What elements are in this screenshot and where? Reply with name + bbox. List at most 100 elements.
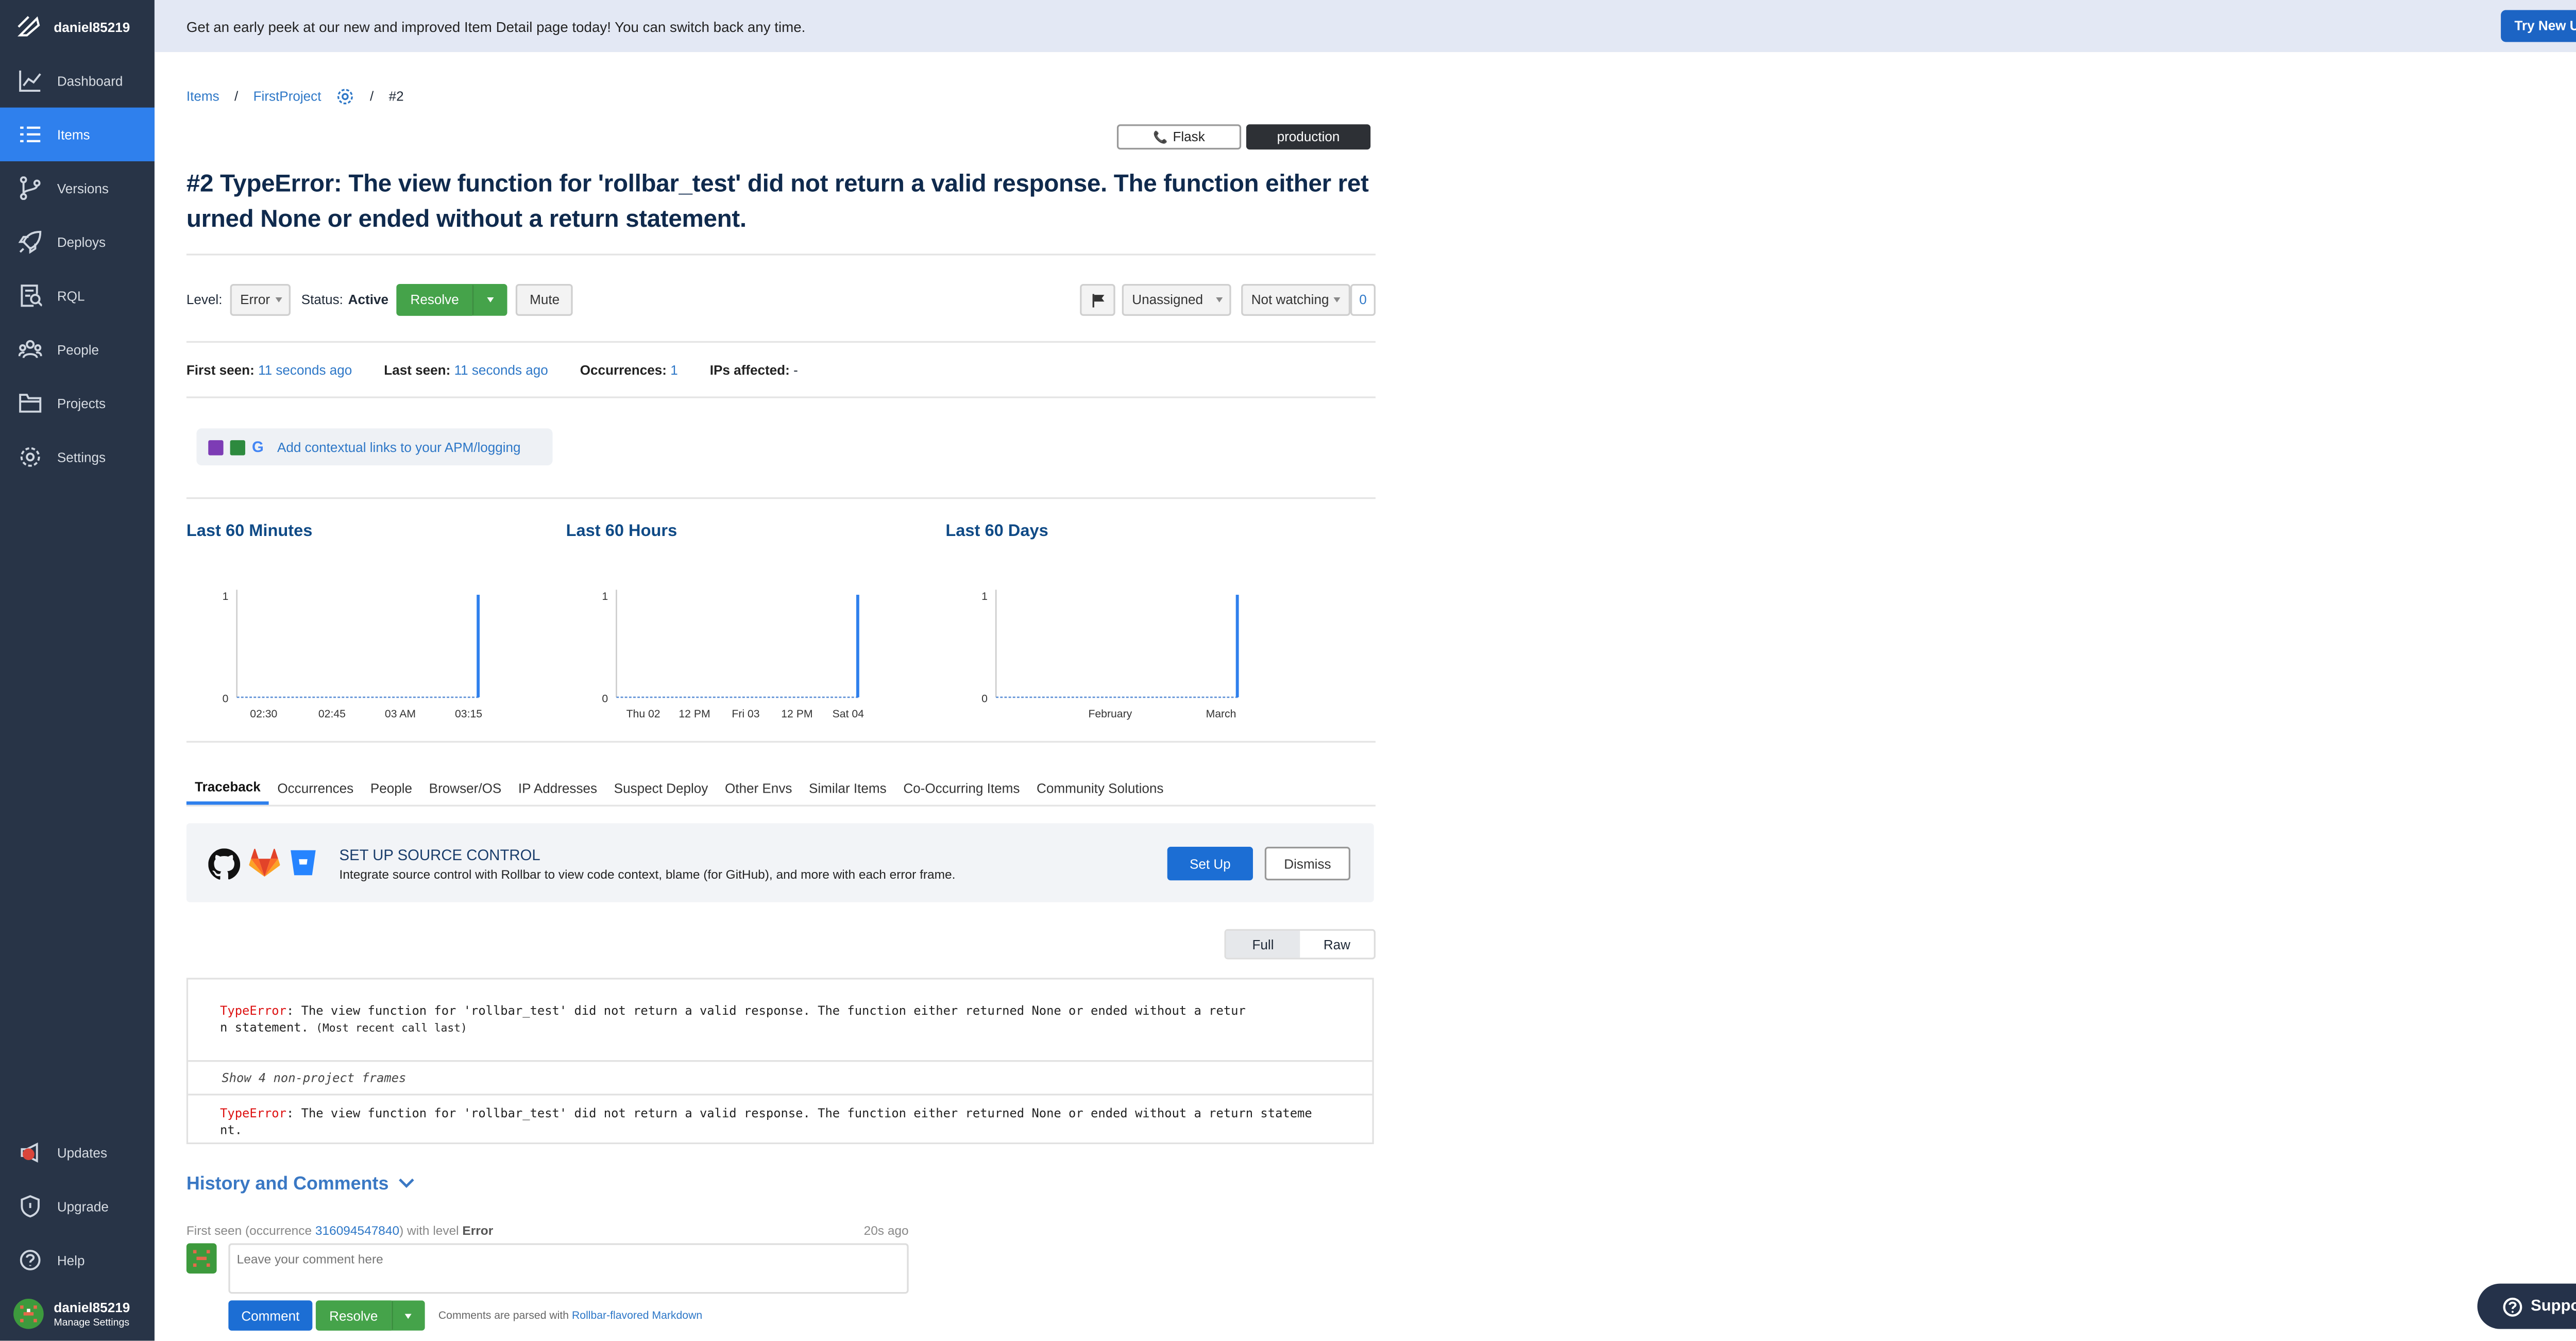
divider <box>186 396 1376 398</box>
sidebar-item-label: Deploys <box>57 234 106 250</box>
page-title: #2 TypeError: The view function for 'rol… <box>186 171 1369 233</box>
breadcrumb-separator: / <box>234 89 239 105</box>
error-type: TypeError <box>220 1105 286 1121</box>
apm-tool-icon <box>208 439 224 455</box>
chevron-down-icon <box>404 1313 412 1318</box>
tab-browser-os[interactable]: Browser/OS <box>420 771 510 804</box>
show-non-project-frames[interactable]: Show 4 non-project frames <box>222 1070 406 1085</box>
markdown-link[interactable]: Rollbar-flavored Markdown <box>572 1311 702 1322</box>
history-entry: First seen (occurrence 316094547840) wit… <box>187 1223 909 1238</box>
divider <box>188 1060 1372 1062</box>
chevron-down-icon <box>399 1178 415 1188</box>
flag-icon <box>1091 293 1104 307</box>
first-seen-value[interactable]: 11 seconds ago <box>258 363 352 378</box>
account-name: daniel85219 <box>54 19 130 35</box>
history-comments-toggle[interactable]: History and Comments <box>187 1175 416 1195</box>
tab-traceback[interactable]: Traceback <box>186 771 269 805</box>
first-seen-label: First seen: <box>186 363 255 378</box>
chart-plot: 1 0 Thu 02 12 PM Fri 03 12 PM Sat 04 <box>602 590 864 720</box>
settings-icon <box>20 447 40 467</box>
error-message-cont: n statement. <box>220 1019 309 1035</box>
tab-suspect-deploy[interactable]: Suspect Deploy <box>605 771 716 804</box>
tab-occurrences[interactable]: Occurrences <box>269 771 362 804</box>
traceback-line: TypeError: The view function for 'rollba… <box>220 1105 1312 1122</box>
tab-people[interactable]: People <box>362 771 421 804</box>
sidebar-item-updates[interactable]: Updates <box>0 1126 155 1179</box>
try-new-ui-button[interactable]: Try New UI <box>2501 10 2576 42</box>
sidebar-item-items[interactable]: Items <box>0 107 155 161</box>
sidebar-item-dashboard[interactable]: Dashboard <box>0 54 155 107</box>
markdown-note: Comments are parsed with Rollbar-flavore… <box>438 1311 702 1322</box>
full-view-button[interactable]: Full <box>1226 931 1300 958</box>
y-tick-label: 0 <box>981 693 988 705</box>
sidebar-item-settings[interactable]: Settings <box>0 430 155 484</box>
gitlab-icon <box>249 848 280 877</box>
ips-affected: IPs affected: - <box>710 363 798 378</box>
chart-plot: 1 0 February March <box>981 590 1239 720</box>
history-level: Error <box>462 1223 494 1238</box>
tab-similar-items[interactable]: Similar Items <box>801 771 895 804</box>
assignee-value: Unassigned <box>1132 292 1203 308</box>
x-tick-label: Sat 04 <box>833 708 864 720</box>
last-seen-value[interactable]: 11 seconds ago <box>454 363 548 378</box>
sidebar-item-label: Help <box>57 1252 85 1268</box>
traceback-line: n statement. (Most recent call last) <box>220 1020 1340 1037</box>
sidebar-item-rql[interactable]: RQL <box>0 269 155 323</box>
breadcrumb-items-link[interactable]: Items <box>187 89 219 104</box>
sidebar-item-label: Upgrade <box>57 1199 109 1214</box>
occurrence-link[interactable]: 316094547840 <box>315 1223 399 1238</box>
rql-icon <box>21 284 42 307</box>
sidebar-item-projects[interactable]: Projects <box>0 376 155 430</box>
resolve-options-button[interactable] <box>472 283 508 316</box>
flag-button[interactable] <box>1080 283 1115 316</box>
occurrences-value[interactable]: 1 <box>670 363 678 378</box>
comment-button[interactable]: Comment <box>228 1300 313 1331</box>
markdown-note-text: Comments are parsed with <box>438 1310 572 1322</box>
traceback-panel: TypeError: The view function for 'rollba… <box>186 978 1374 1145</box>
watch-dropdown[interactable]: Not watching <box>1241 283 1351 316</box>
tab-ip-addresses[interactable]: IP Addresses <box>510 771 606 804</box>
user-menu[interactable]: daniel85219 Manage Settings <box>0 1287 155 1340</box>
ips-affected-value: - <box>793 363 798 378</box>
chart-title: Last 60 Days <box>945 522 1048 541</box>
tab-other-envs[interactable]: Other Envs <box>717 771 801 804</box>
comment-input[interactable] <box>228 1243 909 1294</box>
comment-resolve-button[interactable]: Resolve <box>315 1300 392 1331</box>
traceback-line: nt. <box>220 1122 243 1138</box>
sidebar-item-versions[interactable]: Versions <box>0 161 155 215</box>
framework-label: Flask <box>1173 129 1205 145</box>
comment-resolve-options-button[interactable] <box>391 1300 425 1331</box>
rollbar-logo-icon <box>18 16 40 37</box>
sidebar-item-help[interactable]: Help <box>0 1233 155 1287</box>
watch-value: Not watching <box>1251 292 1329 308</box>
apm-links-button[interactable]: G Add contextual links to your APM/loggi… <box>196 428 553 466</box>
dismiss-button[interactable]: Dismiss <box>1264 847 1351 881</box>
chart-last-60-minutes: Last 60 Minutes 1 0 02:30 02:45 03 AM 03:15 <box>187 523 522 720</box>
chart-title: Last 60 Hours <box>566 522 677 541</box>
support-button[interactable]: Support <box>2477 1283 2576 1329</box>
mute-button[interactable]: Mute <box>516 283 573 316</box>
occurrences-label: Occurrences: <box>580 363 667 378</box>
breadcrumb-project-link[interactable]: FirstProject <box>253 89 321 104</box>
account-switcher[interactable]: daniel85219 <box>0 0 155 54</box>
sidebar-item-people[interactable]: People <box>0 323 155 376</box>
x-tick-label: 02:30 <box>250 708 277 720</box>
divider <box>188 1094 1372 1096</box>
sidebar-item-label: People <box>57 342 99 357</box>
resolve-button[interactable]: Resolve <box>397 283 472 316</box>
tab-community-solutions[interactable]: Community Solutions <box>1028 771 1172 804</box>
manage-settings-link[interactable]: Manage Settings <box>54 1318 130 1328</box>
phone-icon: 📞 <box>1153 131 1168 144</box>
assignee-dropdown[interactable]: Unassigned <box>1122 283 1231 316</box>
sidebar-item-upgrade[interactable]: Upgrade <box>0 1180 155 1233</box>
watch-count[interactable]: 0 <box>1350 283 1376 316</box>
level-dropdown[interactable]: Error <box>230 283 292 316</box>
x-tick-label: 12 PM <box>679 708 710 720</box>
upgrade-icon <box>21 1195 40 1218</box>
setup-source-control-button[interactable]: Set Up <box>1167 847 1253 881</box>
divider <box>186 741 1376 743</box>
project-settings-gear-icon[interactable] <box>336 88 355 106</box>
tab-co-occurring-items[interactable]: Co-Occurring Items <box>895 771 1028 804</box>
sidebar-item-deploys[interactable]: Deploys <box>0 215 155 269</box>
raw-view-button[interactable]: Raw <box>1300 931 1374 958</box>
